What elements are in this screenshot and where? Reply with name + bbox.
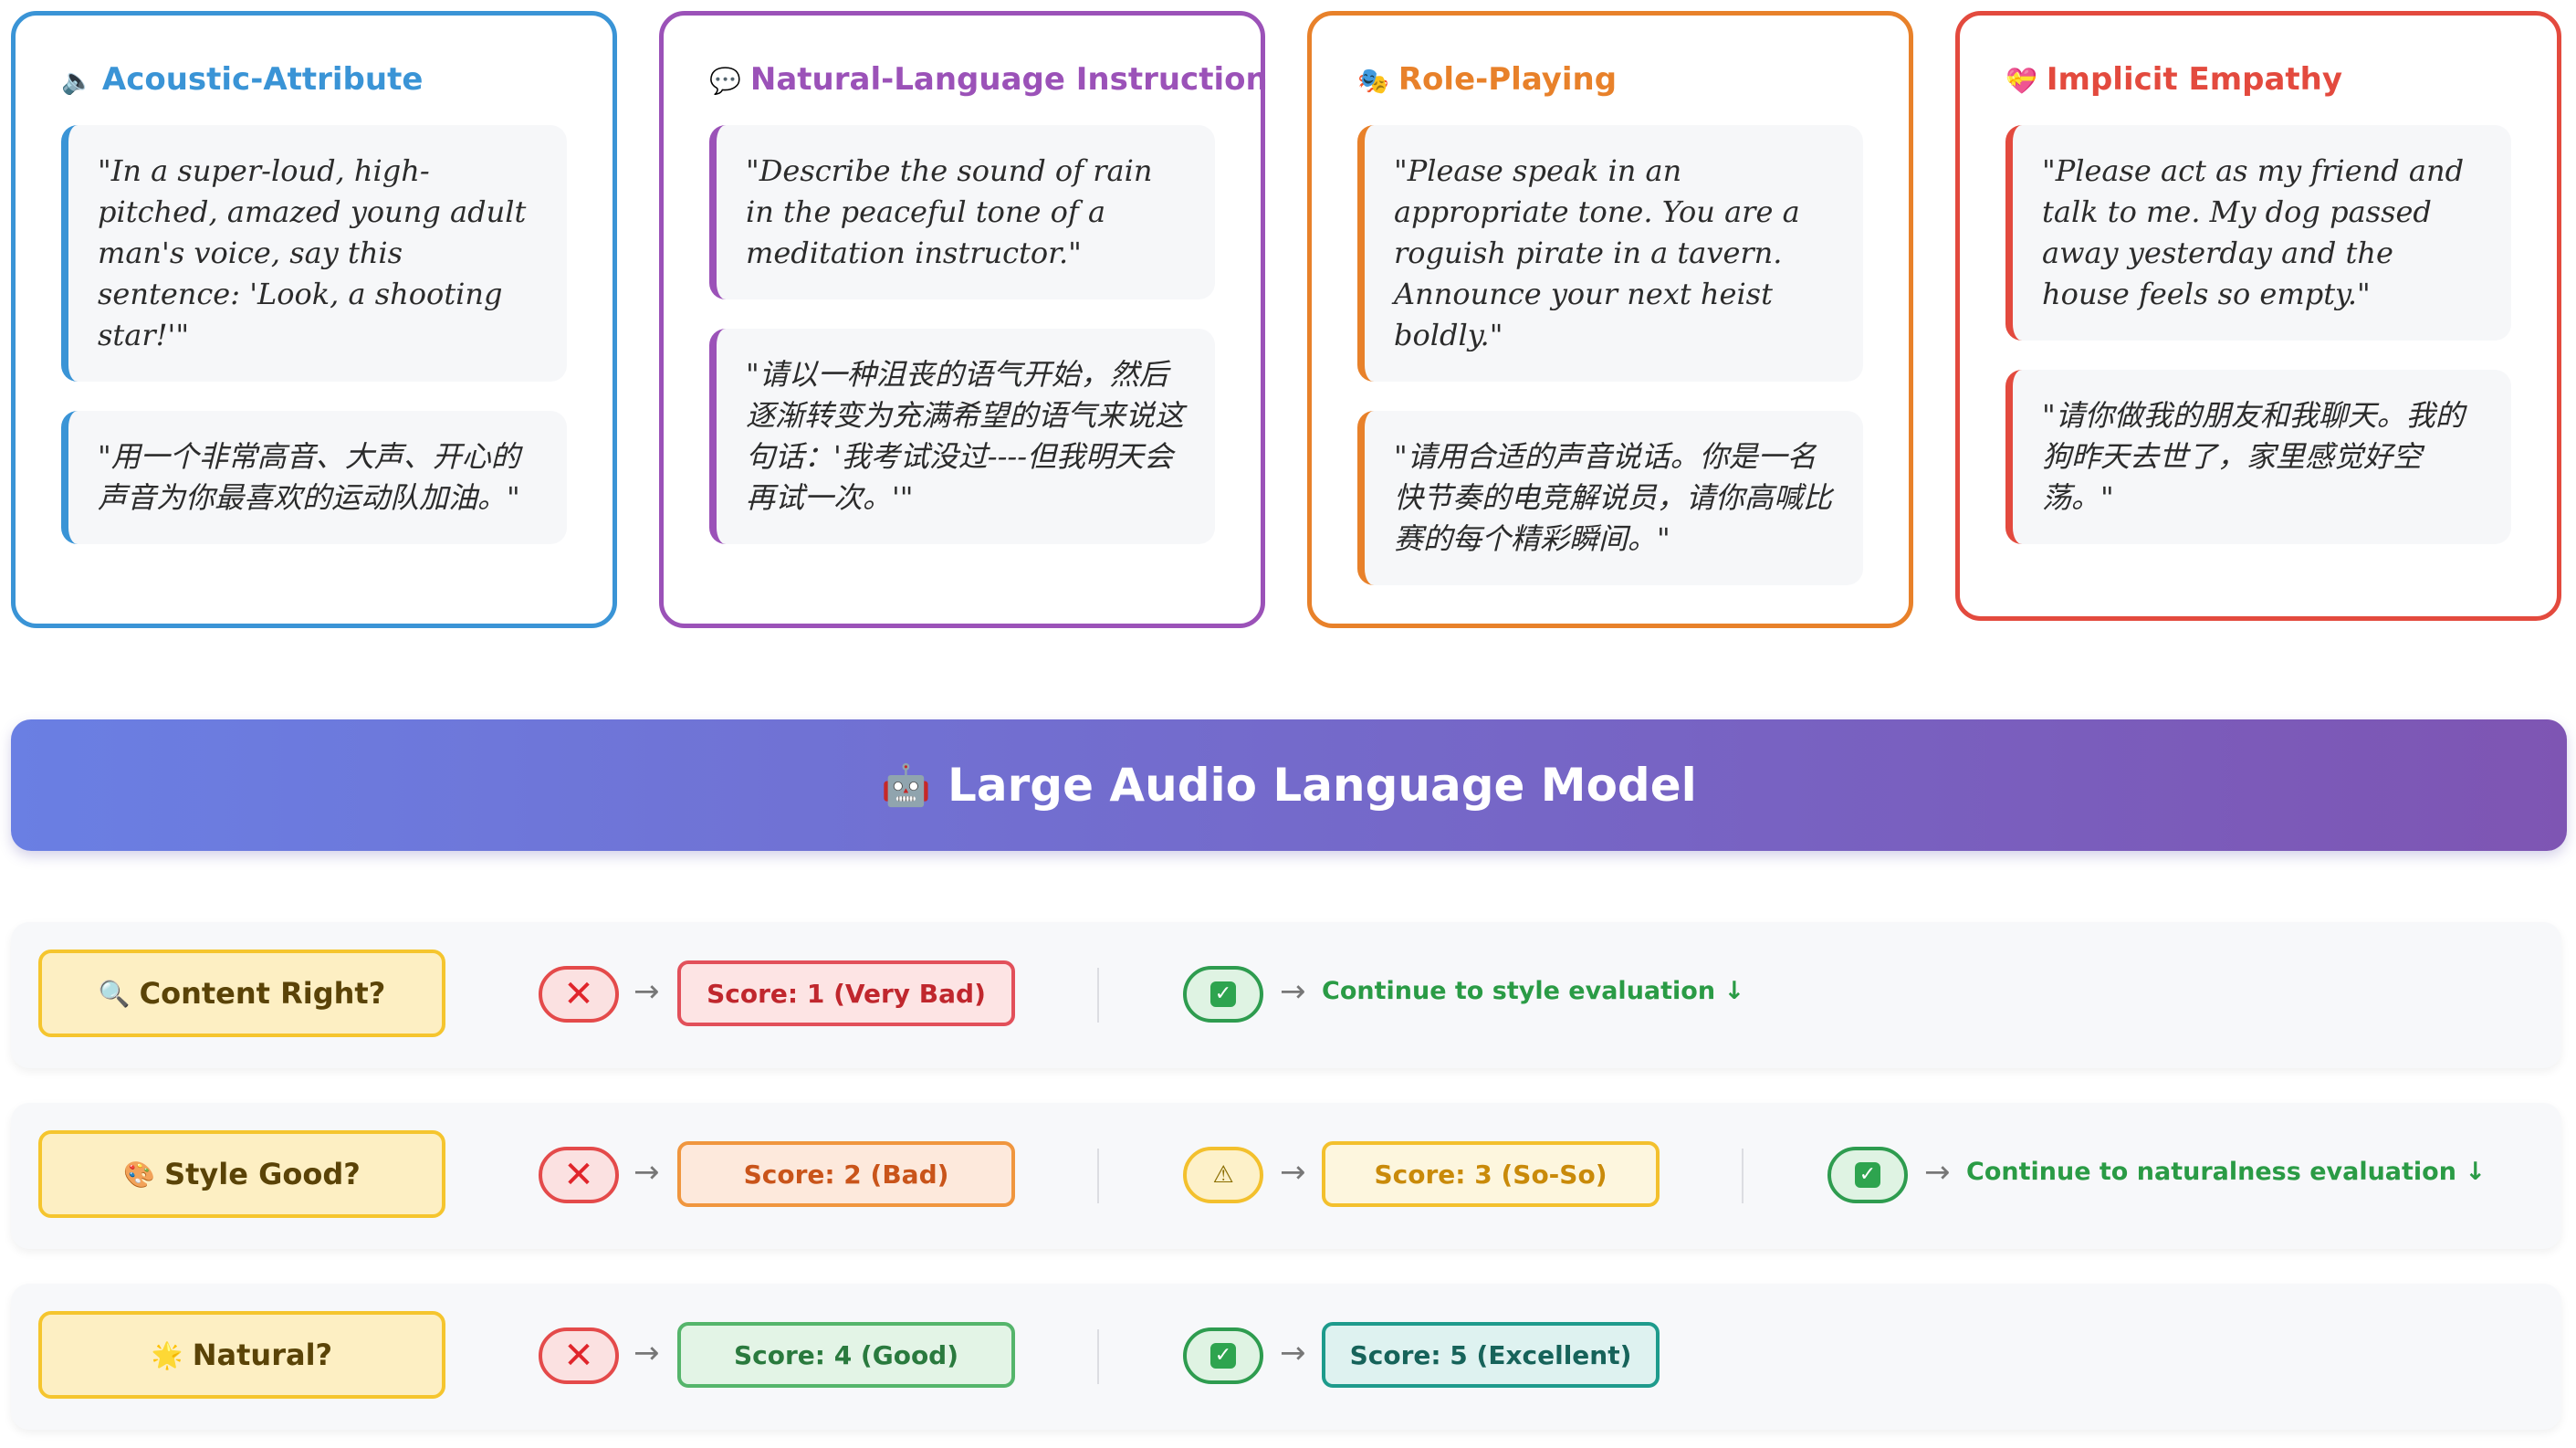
heart-gift-icon: 💝 [2005,66,2037,96]
speaker-icon: 🔈 [61,66,93,96]
continue-style-text: Continue to style evaluation ↓ [1322,977,1745,1005]
divider [1097,968,1099,1023]
check-icon: ✓ [1855,1162,1880,1188]
fail-icon: ✕ [539,966,619,1023]
score-3-box: Score: 3 (So-So) [1322,1141,1660,1207]
card-implicit-empathy: 💝 Implicit Empathy "Please act as my frie… [1955,11,2561,621]
pass-icon: ✓ [1827,1147,1908,1203]
card-acoustic-attribute: 🔈 Acoustic-Attribute "In a super-loud, hi… [11,11,617,628]
score-2-box: Score: 2 (Bad) [677,1141,1015,1207]
arrow-icon: → [1280,1335,1306,1371]
fail-icon: ✕ [539,1327,619,1384]
row-content-check: 🔍 Content Right? ✕ → Score: 1 (Very Bad) … [11,922,2561,1068]
arrow-icon: → [634,1154,660,1191]
question-natural: 🌟 Natural? [38,1311,445,1399]
example-chinese: "请你做我的朋友和我聊天。我的狗昨天去世了，家里感觉好空荡。" [2005,370,2511,544]
example-chinese: "请用合适的声音说话。你是一名快节奏的电竞解说员，请你高喊比赛的每个精彩瞬间。" [1357,411,1863,585]
divider [1097,1149,1099,1203]
pass-icon: ✓ [1183,966,1263,1023]
divider [1097,1329,1099,1384]
check-icon: ✓ [1210,981,1236,1007]
fail-icon: ✕ [539,1147,619,1203]
check-icon: ✓ [1210,1343,1236,1369]
card-title-text: Implicit Empathy [2046,61,2343,98]
example-chinese: "用一个非常高音、大声、开心的声音为你最喜欢的运动队加油。" [61,411,567,544]
palette-icon: 🎨 [123,1159,156,1190]
row-natural-check: 🌟 Natural? ✕ → Score: 4 (Good) ✓ → Score:… [11,1284,2561,1430]
question-content-right: 🔍 Content Right? [38,950,445,1037]
divider [1742,1149,1744,1203]
example-english: "Please speak in an appropriate tone. Yo… [1357,125,1863,382]
arrow-icon: → [1924,1154,1951,1191]
pass-icon: ✓ [1183,1327,1263,1384]
card-title: 💬 Natural-Language Instruction [709,61,1268,98]
warning-icon: ⚠ [1183,1147,1263,1203]
example-english: "In a super-loud, high-pitched, amazed y… [61,125,567,382]
card-title: 💝 Implicit Empathy [2005,61,2511,98]
banner-title: Large Audio Language Model [948,759,1697,812]
question-label: Style Good? [164,1157,361,1191]
example-english: "Describe the sound of rain in the peace… [709,125,1215,299]
star-icon: 🌟 [151,1339,183,1370]
card-natural-language-instruction: 💬 Natural-Language Instruction "Describe … [659,11,1268,628]
question-label: Natural? [192,1338,333,1372]
card-role-playing: 🎭 Role-Playing "Please speak in an approp… [1307,11,1913,628]
card-title: 🎭 Role-Playing [1357,61,1863,98]
question-style-good: 🎨 Style Good? [38,1130,445,1218]
card-title-text: Natural-Language Instruction [749,61,1268,98]
arrow-icon: → [1280,973,1306,1010]
warning-glyph: ⚠ [1212,1161,1234,1189]
continue-naturalness-text: Continue to naturalness evaluation ↓ [1966,1158,2486,1186]
score-1-box: Score: 1 (Very Bad) [677,960,1015,1026]
example-english: "Please act as my friend and talk to me.… [2005,125,2511,341]
card-title-text: Acoustic-Attribute [101,61,424,98]
arrow-icon: → [634,973,660,1010]
example-chinese: "请以一种沮丧的语气开始，然后逐渐转变为充满希望的语气来说这句话：'我考试没过-… [709,329,1215,544]
score-5-box: Score: 5 (Excellent) [1322,1322,1660,1388]
card-title: 🔈 Acoustic-Attribute [61,61,567,98]
arrow-icon: → [1280,1154,1306,1191]
magnifier-icon: 🔍 [98,978,131,1009]
score-4-box: Score: 4 (Good) [677,1322,1015,1388]
arrow-icon: → [634,1335,660,1371]
masks-icon: 🎭 [1357,66,1389,96]
robot-icon: 🤖 [881,762,932,809]
card-title-text: Role-Playing [1398,61,1618,98]
model-banner: 🤖 Large Audio Language Model [11,719,2567,851]
speech-bubble-icon: 💬 [709,66,741,96]
row-style-check: 🎨 Style Good? ✕ → Score: 2 (Bad) ⚠ → Scor… [11,1103,2561,1249]
question-label: Content Right? [139,976,386,1011]
